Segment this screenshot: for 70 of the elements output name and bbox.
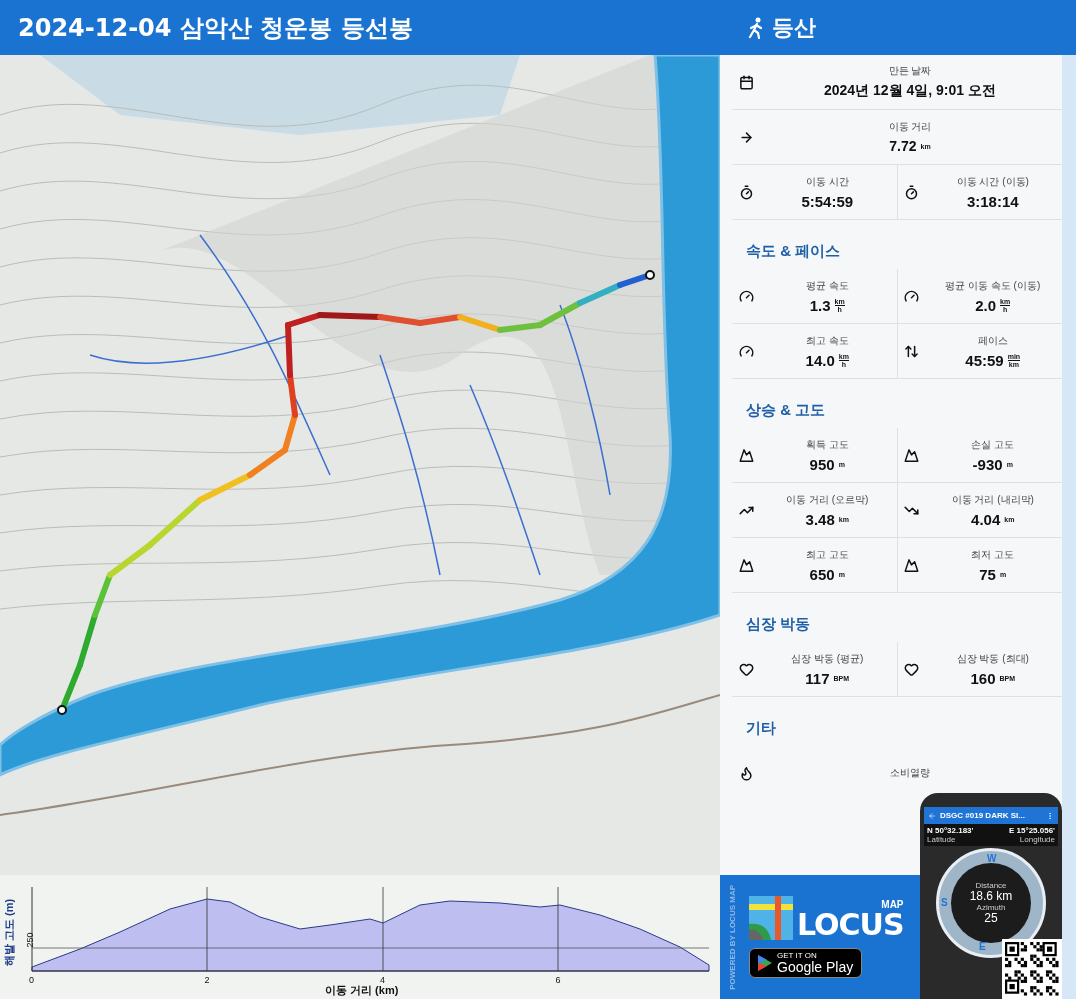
tick-label: 250 [24, 932, 35, 948]
arrows-icon [904, 343, 919, 359]
back-icon [928, 811, 936, 820]
latitude-label: Latitude [927, 835, 957, 844]
tick-label: 6 [555, 975, 561, 985]
azimuth-label: Azimuth [976, 903, 1006, 912]
tick-label: 4 [380, 975, 385, 985]
mountain-icon [904, 447, 919, 463]
page-title: 2024-12-04 삼악산 청운봉 등선봉 [17, 12, 414, 44]
qr-code [1002, 939, 1062, 999]
compass-letter: E [979, 941, 986, 952]
stat-label: 획득 고도 [805, 437, 849, 452]
section-title: 속도 & 페이스 [745, 241, 842, 261]
stat-label: 이동 거리 (오르막) [786, 492, 869, 507]
tick-label: 2 [204, 975, 210, 985]
longitude-label: Longitude [1019, 835, 1055, 844]
logo-text: LOCUS [797, 910, 904, 940]
stopwatch-icon [738, 184, 754, 200]
stat-label: 페이스 [977, 333, 1008, 348]
longitude-value: E 15°25.056' [1008, 826, 1055, 835]
distance-label: Distance [975, 880, 1007, 890]
compass-letter: S [941, 897, 948, 908]
stat-label: 이동 시간 (이동) [956, 174, 1029, 189]
puzzle-logo-icon [749, 896, 793, 940]
stat-label: 최저 고도 [971, 547, 1015, 562]
stat-label: 이동 거리 (내리막) [951, 492, 1034, 507]
gauge-icon [738, 288, 754, 304]
stopwatch-icon [904, 184, 919, 200]
activity-label: 등산 [772, 13, 816, 42]
latitude-value: N 50°32.183' [927, 826, 974, 835]
stat-label: 평균 속도 [805, 278, 849, 293]
stat-label: 손실 고도 [971, 437, 1015, 452]
more-icon [1046, 811, 1054, 820]
stat-label: 만든 날짜 [888, 64, 932, 78]
stat-label: 심장 박동 (평균) [791, 651, 864, 666]
stat-value: 5:54:59 [801, 192, 854, 210]
calendar-icon [738, 74, 754, 90]
mountain-icon [738, 447, 754, 463]
gauge-icon [904, 288, 919, 304]
section-title: 상승 & 고도 [745, 400, 827, 420]
stat-label: 평균 이동 속도 (이동) [945, 278, 1041, 293]
stat-value: 3:18:14 [966, 192, 1019, 210]
stat-label: 소비열량 [890, 766, 930, 780]
tick-label: 0 [29, 975, 34, 985]
powered-by-text: POWERED BY LOCUS MAP [728, 884, 737, 990]
section-title: 심장 박동 [745, 614, 812, 634]
distance-value: 18.6 km [969, 889, 1013, 903]
stat-value: 2024년 12월 4일, 9:01 오전 [824, 82, 996, 100]
hiker-icon [748, 16, 764, 39]
stat-label: 이동 거리 [888, 120, 932, 134]
compass-letter: W [987, 853, 997, 864]
logo-map-text: MAP [881, 900, 904, 910]
axis-label: 해발 고도 (m) [2, 898, 17, 967]
stat-label: 이동 시간 [805, 174, 849, 189]
stat-label: 심장 박동 (최대) [956, 651, 1029, 666]
axis-label: 이동 거리 (km) [325, 983, 399, 998]
play-icon [758, 955, 772, 971]
mountain-icon [738, 557, 754, 573]
stat-label: 최고 속도 [805, 333, 849, 348]
heart-icon [738, 661, 754, 677]
section-title: 기타 [745, 718, 777, 738]
azimuth-value: 25 [984, 912, 998, 926]
heart-icon [904, 661, 919, 677]
arrow-icon [738, 129, 754, 145]
gauge-icon [738, 343, 754, 359]
store-button[interactable]: GET IT ON Google Play [749, 948, 863, 978]
phone-title: DSGC #019 DARK SI... [940, 811, 1026, 820]
stat-label: 최고 고도 [805, 547, 849, 562]
mountain-icon [904, 557, 919, 573]
flame-icon [738, 765, 754, 781]
